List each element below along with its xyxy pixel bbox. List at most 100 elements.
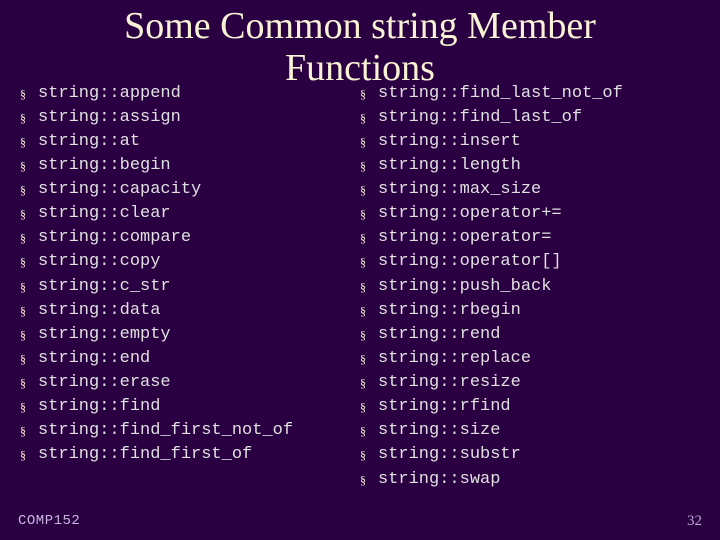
list-item: §string::c_str bbox=[20, 275, 360, 299]
list-item: §string::copy bbox=[20, 250, 360, 274]
function-name: string::length bbox=[378, 154, 521, 178]
function-name: string::rfind bbox=[378, 395, 511, 419]
right-column: §string::find_last_not_of§string::find_l… bbox=[360, 82, 700, 492]
list-item: §string::empty bbox=[20, 323, 360, 347]
bullet-icon: § bbox=[360, 443, 378, 464]
function-name: string::operator+= bbox=[378, 202, 562, 226]
function-name: string::data bbox=[38, 299, 160, 323]
list-item: §string::data bbox=[20, 299, 360, 323]
list-item: §string::operator[] bbox=[360, 250, 700, 274]
bullet-icon: § bbox=[360, 250, 378, 271]
list-item: §string::at bbox=[20, 130, 360, 154]
function-name: string::find_last_not_of bbox=[378, 82, 623, 106]
function-name: string::substr bbox=[378, 443, 521, 467]
function-name: string::max_size bbox=[378, 178, 541, 202]
bullet-icon: § bbox=[20, 419, 38, 440]
list-item: §string::operator= bbox=[360, 226, 700, 250]
page-number: 32 bbox=[687, 513, 702, 530]
function-name: string::size bbox=[378, 419, 500, 443]
function-name: string::end bbox=[38, 347, 150, 371]
list-item: §string::begin bbox=[20, 154, 360, 178]
bullet-icon: § bbox=[20, 347, 38, 368]
list-item: §string::end bbox=[20, 347, 360, 371]
bullet-icon: § bbox=[20, 202, 38, 223]
slide-title: Some Common string Member Functions bbox=[0, 0, 720, 90]
function-name: string::erase bbox=[38, 371, 171, 395]
list-item: §string::find_first_of bbox=[20, 443, 360, 467]
bullet-icon: § bbox=[20, 178, 38, 199]
list-item: §string::find_last_not_of bbox=[360, 82, 700, 106]
list-item: §string::push_back bbox=[360, 275, 700, 299]
list-item: §string::assign bbox=[20, 106, 360, 130]
bullet-icon: § bbox=[360, 178, 378, 199]
function-name: string::clear bbox=[38, 202, 171, 226]
list-item: §string::length bbox=[360, 154, 700, 178]
function-name: string::c_str bbox=[38, 275, 171, 299]
function-name: string::swap bbox=[378, 468, 500, 492]
bullet-icon: § bbox=[360, 82, 378, 103]
function-list-left: §string::append§string::assign§string::a… bbox=[20, 82, 360, 468]
list-item: §string::append bbox=[20, 82, 360, 106]
bullet-icon: § bbox=[360, 468, 378, 489]
bullet-icon: § bbox=[20, 250, 38, 271]
list-item: §string::capacity bbox=[20, 178, 360, 202]
function-name: string::resize bbox=[378, 371, 521, 395]
left-column: §string::append§string::assign§string::a… bbox=[20, 82, 360, 492]
bullet-icon: § bbox=[360, 275, 378, 296]
function-name: string::copy bbox=[38, 250, 160, 274]
bullet-icon: § bbox=[360, 371, 378, 392]
bullet-icon: § bbox=[20, 130, 38, 151]
bullet-icon: § bbox=[20, 275, 38, 296]
function-name: string::append bbox=[38, 82, 181, 106]
function-name: string::capacity bbox=[38, 178, 201, 202]
list-item: §string::swap bbox=[360, 468, 700, 492]
bullet-icon: § bbox=[360, 226, 378, 247]
list-item: §string::size bbox=[360, 419, 700, 443]
bullet-icon: § bbox=[20, 154, 38, 175]
function-name: string::at bbox=[38, 130, 140, 154]
bullet-icon: § bbox=[20, 299, 38, 320]
bullet-icon: § bbox=[20, 395, 38, 416]
function-name: string::find_first_of bbox=[38, 443, 252, 467]
bullet-icon: § bbox=[360, 323, 378, 344]
list-item: §string::rfind bbox=[360, 395, 700, 419]
slide-footer: COMP152 32 bbox=[18, 513, 702, 530]
bullet-icon: § bbox=[360, 419, 378, 440]
list-item: §string::find_first_not_of bbox=[20, 419, 360, 443]
list-item: §string::rend bbox=[360, 323, 700, 347]
bullet-icon: § bbox=[360, 154, 378, 175]
bullet-icon: § bbox=[360, 347, 378, 368]
function-name: string::empty bbox=[38, 323, 171, 347]
list-item: §string::find bbox=[20, 395, 360, 419]
bullet-icon: § bbox=[360, 395, 378, 416]
bullet-icon: § bbox=[360, 106, 378, 127]
list-item: §string::substr bbox=[360, 443, 700, 467]
bullet-icon: § bbox=[20, 371, 38, 392]
list-item: §string::resize bbox=[360, 371, 700, 395]
bullet-icon: § bbox=[20, 443, 38, 464]
bullet-icon: § bbox=[360, 202, 378, 223]
bullet-icon: § bbox=[20, 106, 38, 127]
list-item: §string::find_last_of bbox=[360, 106, 700, 130]
list-item: §string::compare bbox=[20, 226, 360, 250]
function-name: string::operator= bbox=[378, 226, 551, 250]
list-item: §string::max_size bbox=[360, 178, 700, 202]
list-item: §string::erase bbox=[20, 371, 360, 395]
content-columns: §string::append§string::assign§string::a… bbox=[0, 82, 720, 492]
function-name: string::compare bbox=[38, 226, 191, 250]
function-name: string::operator[] bbox=[378, 250, 562, 274]
bullet-icon: § bbox=[360, 299, 378, 320]
bullet-icon: § bbox=[20, 226, 38, 247]
function-name: string::find_last_of bbox=[378, 106, 582, 130]
function-name: string::assign bbox=[38, 106, 181, 130]
list-item: §string::replace bbox=[360, 347, 700, 371]
course-code: COMP152 bbox=[18, 513, 80, 530]
bullet-icon: § bbox=[360, 130, 378, 151]
title-line-1: Some Common string Member bbox=[124, 5, 596, 47]
function-name: string::begin bbox=[38, 154, 171, 178]
function-name: string::replace bbox=[378, 347, 531, 371]
function-name: string::rbegin bbox=[378, 299, 521, 323]
bullet-icon: § bbox=[20, 323, 38, 344]
list-item: §string::rbegin bbox=[360, 299, 700, 323]
bullet-icon: § bbox=[20, 82, 38, 103]
